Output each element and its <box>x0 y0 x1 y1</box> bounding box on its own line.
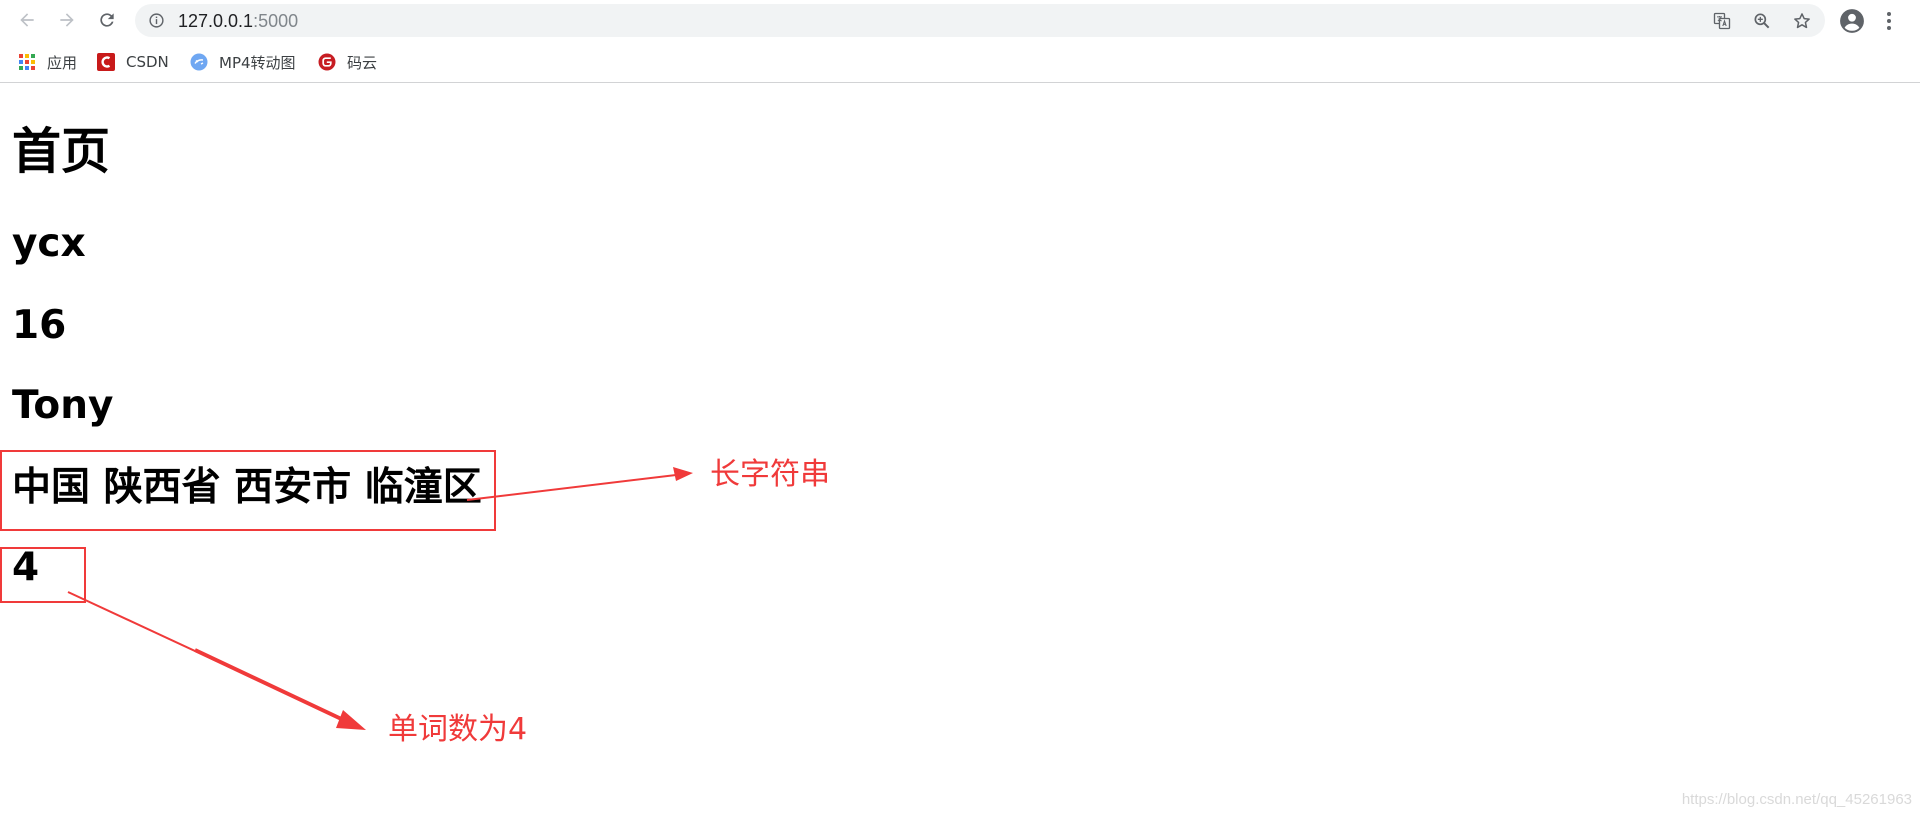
word-count-arrow-thin <box>67 591 351 724</box>
long-string-annotation: 长字符串 <box>710 457 830 492</box>
bookmark-gitee[interactable]: 码云 <box>318 50 377 74</box>
mp4-gif-icon <box>190 53 208 71</box>
word-count-highlight-box <box>0 547 86 603</box>
browser-window: 127.0.0.1:5000 应用 CSDN MP4转动图 码云 首页 ycx … <box>0 0 1920 817</box>
account-circle-icon <box>1840 9 1864 33</box>
page-content: 首页 ycx 16 Tony 中国 陕西省 西安市 临潼区 4 长字符串 单词数… <box>0 84 1920 817</box>
long-string-highlight-box <box>0 450 496 531</box>
arrow-right-icon <box>60 13 74 27</box>
info-icon[interactable] <box>148 12 165 29</box>
translate-button[interactable] <box>1712 11 1732 31</box>
address-bar[interactable]: 127.0.0.1:5000 <box>135 4 1825 37</box>
url-host: 127.0.0.1 <box>178 11 254 31</box>
bookmark-label: 应用 <box>47 53 78 72</box>
arrow-left-icon <box>20 13 34 27</box>
profile-button[interactable] <box>1839 8 1865 34</box>
browser-toolbar: 127.0.0.1:5000 <box>0 0 1920 41</box>
bookmarks-bar: 应用 CSDN MP4转动图 码云 <box>0 41 1920 83</box>
forward-button[interactable] <box>53 6 81 34</box>
word-count-arrowhead <box>336 710 366 730</box>
name-heading: ycx <box>12 221 86 266</box>
apps-grid-icon <box>18 53 36 71</box>
bookmark-label: 码云 <box>347 53 378 72</box>
age-heading: 16 <box>12 303 67 348</box>
long-string-arrowhead <box>673 467 693 481</box>
gitee-logo-icon <box>318 53 336 71</box>
bookmark-label: MP4转动图 <box>219 53 296 72</box>
zoom-button[interactable] <box>1752 11 1772 31</box>
translate-icon <box>1713 12 1731 30</box>
star-icon <box>1794 13 1810 29</box>
watermark: https://blog.csdn.net/qq_45261963 <box>1681 791 1912 808</box>
bookmark-star-button[interactable] <box>1792 11 1812 31</box>
page-title: 首页 <box>12 123 111 180</box>
word-count-annotation: 单词数为4 <box>388 712 528 747</box>
bookmark-label: CSDN <box>126 53 169 71</box>
word-count-arrow-thick <box>194 648 353 726</box>
csdn-logo-icon <box>97 53 115 71</box>
zoom-icon <box>1754 13 1770 29</box>
bookmark-mp4-gif[interactable]: MP4转动图 <box>190 50 296 74</box>
reload-icon <box>100 13 114 27</box>
kebab-menu-icon <box>1887 12 1891 30</box>
back-button[interactable] <box>13 6 41 34</box>
browser-menu-button[interactable] <box>1882 8 1896 34</box>
url-port: :5000 <box>253 11 299 31</box>
long-string-arrow <box>466 474 677 501</box>
bookmark-csdn[interactable]: CSDN <box>97 50 169 74</box>
url-text[interactable]: 127.0.0.1:5000 <box>178 11 298 31</box>
user-heading: Tony <box>12 383 114 428</box>
bookmark-apps[interactable]: 应用 <box>18 50 77 74</box>
reload-button[interactable] <box>93 6 121 34</box>
